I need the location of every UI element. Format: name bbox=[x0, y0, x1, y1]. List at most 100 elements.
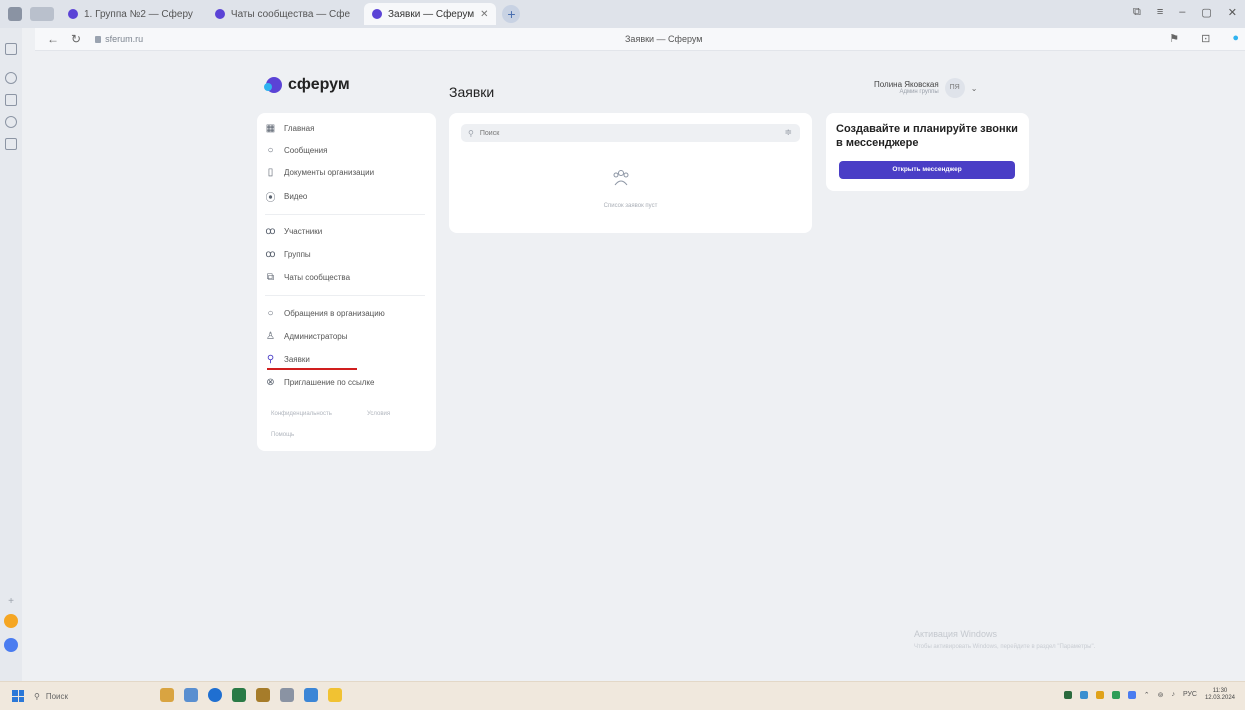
windows-start-icon[interactable] bbox=[12, 690, 24, 702]
language-indicator[interactable]: РУС bbox=[1183, 691, 1197, 698]
user-name: Полина Яковская bbox=[874, 80, 939, 89]
sidebar-panel-icon[interactable] bbox=[5, 43, 17, 55]
app-icon[interactable] bbox=[256, 688, 270, 702]
notes-icon[interactable] bbox=[5, 138, 17, 150]
groups-icon: ꝏ bbox=[265, 249, 276, 260]
sidebar-item-appeals[interactable]: ○ Обращения в организацию bbox=[265, 308, 385, 319]
sidebar-item-label: Главная bbox=[284, 124, 315, 133]
tab-groups-button[interactable] bbox=[30, 7, 54, 21]
video-icon: ⦿ bbox=[265, 193, 276, 204]
add-sidebar-icon[interactable]: + bbox=[5, 596, 17, 608]
downloads-icon[interactable] bbox=[5, 116, 17, 128]
nav-divider bbox=[265, 214, 425, 215]
bookmark-icon[interactable]: ⚑ bbox=[1169, 32, 1179, 45]
extensions-icon[interactable]: ⊡ bbox=[1201, 32, 1210, 45]
clock[interactable]: 11:30 12.03.2024 bbox=[1205, 688, 1235, 701]
task-view-icon[interactable] bbox=[184, 688, 198, 702]
url-field[interactable]: sferum.ru bbox=[95, 34, 143, 44]
requests-panel: ⚲ ≑ Список заявок пуст bbox=[449, 113, 812, 233]
close-tab-icon[interactable]: ✕ bbox=[480, 9, 488, 20]
sidebar-item-requests[interactable]: ⚲ Заявки bbox=[265, 354, 310, 365]
explorer-icon[interactable] bbox=[328, 688, 342, 702]
more-icon[interactable]: ≡ bbox=[1157, 6, 1163, 19]
messenger-promo-card: Создавайте и планируйте звонки в мессенд… bbox=[826, 113, 1029, 191]
sidebar-item-invite-link[interactable]: ⊗ Приглашение по ссылке bbox=[265, 377, 374, 388]
reload-icon[interactable]: ↻ bbox=[71, 32, 81, 46]
edge-icon[interactable] bbox=[208, 688, 222, 702]
browser-tab-2[interactable]: Чаты сообщества — Сфе bbox=[207, 3, 358, 25]
sidebar-alice-icon[interactable] bbox=[4, 638, 18, 652]
empty-users-icon bbox=[613, 170, 629, 186]
avatar[interactable]: ПЯ bbox=[944, 78, 965, 98]
sferum-favicon-icon bbox=[214, 9, 225, 19]
taskbar-search[interactable]: ⚲ Поиск bbox=[34, 692, 68, 701]
tray-app-icon[interactable] bbox=[1111, 690, 1120, 699]
filter-icon[interactable]: ≑ bbox=[784, 127, 792, 138]
sferum-logo[interactable]: сферум bbox=[264, 76, 350, 94]
sidebar-item-members[interactable]: ꝏ Участники bbox=[265, 226, 322, 237]
widgets-icon[interactable] bbox=[160, 688, 174, 702]
nav-divider bbox=[265, 295, 425, 296]
new-tab-button[interactable]: + bbox=[502, 5, 521, 23]
page-title: Заявки bbox=[449, 84, 495, 100]
invite-link-icon: ⊗ bbox=[266, 377, 275, 388]
close-window-icon[interactable]: ✕ bbox=[1228, 6, 1237, 19]
back-icon[interactable]: ← bbox=[47, 32, 59, 46]
empty-state-text: Список заявок пуст bbox=[603, 203, 658, 209]
minimize-icon[interactable]: – bbox=[1179, 6, 1185, 19]
sidebar-item-groups[interactable]: ꝏ Группы bbox=[265, 249, 310, 260]
yandex-icon[interactable] bbox=[280, 688, 294, 702]
network-icon[interactable]: ⊚ bbox=[1158, 691, 1164, 699]
browser-tab-1[interactable]: 1. Группа №2 — Сферу bbox=[60, 3, 201, 25]
admin-icon: ♙ bbox=[266, 331, 275, 342]
store-icon[interactable] bbox=[304, 688, 318, 702]
app-icon[interactable] bbox=[232, 688, 246, 702]
sidebar-item-community-chats[interactable]: ⧉ Чаты сообщества bbox=[265, 272, 350, 283]
browser-sidebar: + bbox=[0, 28, 22, 681]
sidebar-item-label: Чаты сообщества bbox=[284, 273, 351, 282]
sferum-logo-icon bbox=[264, 77, 282, 93]
browser-tab-label: Чаты сообщества — Сфе bbox=[230, 8, 351, 20]
sidebar-item-label: Приглашение по ссылке bbox=[284, 378, 375, 387]
privacy-link[interactable]: Конфиденциальность bbox=[271, 411, 332, 417]
sidebar-item-admins[interactable]: ♙ Администраторы bbox=[265, 331, 347, 342]
sferum-extension-icon[interactable]: ● bbox=[1232, 32, 1239, 45]
volume-icon[interactable]: ♪ bbox=[1171, 691, 1175, 698]
sidebar-item-video[interactable]: ⦿ Видео bbox=[265, 191, 308, 204]
sidebar-item-messages[interactable]: ○ Сообщения bbox=[265, 145, 327, 156]
sidebar-item-label: Заявки bbox=[284, 355, 310, 364]
user-menu[interactable]: Полина Яковская Админ группы ПЯ ⌄ bbox=[874, 78, 977, 98]
tray-app-icon[interactable] bbox=[1127, 690, 1136, 699]
maximize-icon[interactable]: ▢ bbox=[1201, 6, 1211, 19]
browser-page-title: Заявки — Сферум bbox=[625, 34, 703, 44]
bookmarks-icon[interactable]: ⧉ bbox=[1133, 6, 1141, 19]
tray-app-icon[interactable] bbox=[1095, 690, 1104, 699]
collections-icon[interactable] bbox=[5, 94, 17, 106]
chevron-down-icon[interactable]: ⌄ bbox=[971, 84, 978, 93]
activation-watermark-text: Чтобы активировать Windows, перейдите в … bbox=[914, 644, 1096, 650]
members-icon: ꝏ bbox=[265, 226, 276, 237]
tray-app-icon[interactable] bbox=[1063, 690, 1072, 699]
address-bar: ← ↻ sferum.ru Заявки — Сферум ⚑ ⊡ ● bbox=[35, 28, 1245, 51]
community-chats-icon: ⧉ bbox=[266, 272, 275, 283]
sidebar-item-label: Обращения в организацию bbox=[284, 309, 385, 318]
help-link[interactable]: Помощь bbox=[271, 432, 294, 438]
history-icon[interactable] bbox=[5, 72, 17, 84]
sidebar-item-home[interactable]: ▦ Главная bbox=[265, 123, 315, 134]
tray-app-icon[interactable] bbox=[1079, 690, 1088, 699]
document-icon: ▯ bbox=[267, 167, 274, 178]
sidebar-item-label: Участники bbox=[284, 227, 323, 236]
browser-menu-icon[interactable] bbox=[8, 7, 22, 21]
browser-tab-3[interactable]: Заявки — Сферум ✕ bbox=[364, 3, 497, 25]
clock-time: 11:30 bbox=[1212, 688, 1228, 694]
sidebar-item-documents[interactable]: ▯ Документы организации bbox=[265, 167, 374, 178]
terms-link[interactable]: Условия bbox=[367, 411, 390, 417]
sferum-favicon-icon bbox=[372, 9, 383, 19]
sidebar-app-icon[interactable] bbox=[4, 614, 18, 628]
search-input[interactable] bbox=[477, 128, 762, 138]
open-messenger-button[interactable]: Открыть мессенджер bbox=[839, 161, 1015, 179]
tray-arrow-icon[interactable]: ⌃ bbox=[1144, 691, 1150, 699]
activation-watermark-title: Активация Windows bbox=[914, 629, 997, 639]
taskbar-search-label: Поиск bbox=[45, 691, 69, 701]
add-user-icon: ⚲ bbox=[266, 354, 275, 365]
